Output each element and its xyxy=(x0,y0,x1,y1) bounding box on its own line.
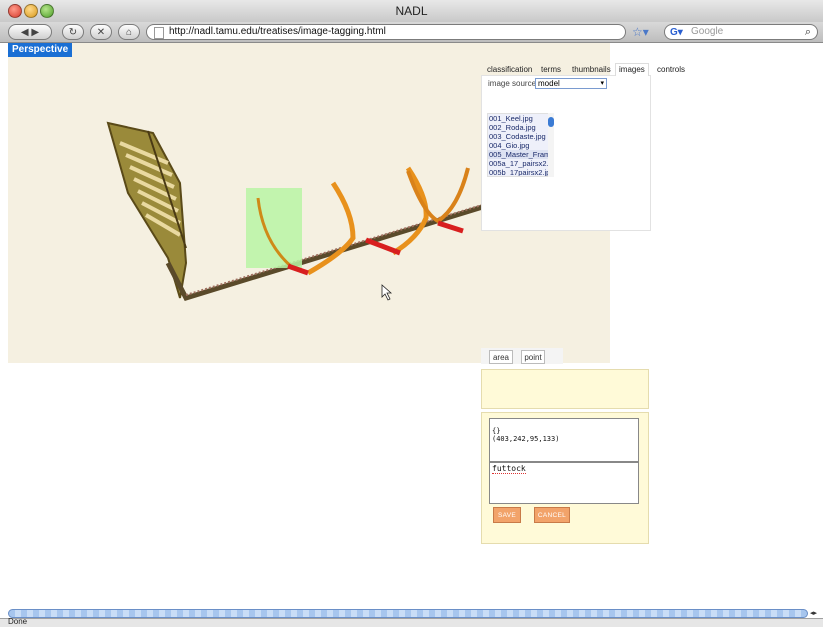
term-input[interactable]: futtock xyxy=(489,462,639,504)
floor-timber-3 xyxy=(437,220,464,234)
url-text: http://nadl.tamu.edu/treatises/image-tag… xyxy=(169,26,386,37)
point-tool-button[interactable]: point xyxy=(521,350,545,364)
reload-icon[interactable]: ↻ xyxy=(62,24,84,40)
list-item[interactable]: 004_Gio.jpg xyxy=(488,141,552,150)
tab-thumbnails[interactable]: thumbnails xyxy=(572,64,611,76)
mouse-cursor-icon xyxy=(381,284,393,301)
selection-rectangle[interactable] xyxy=(246,188,302,268)
list-item[interactable]: 002_Roda.jpg xyxy=(488,123,552,132)
perspective-label: Perspective xyxy=(8,43,73,57)
area-tool-button[interactable]: area xyxy=(489,350,513,364)
page-icon xyxy=(154,27,164,39)
chevron-down-icon: ▾ xyxy=(600,80,604,87)
google-search-icon[interactable]: G▾ xyxy=(670,26,683,40)
search-icon[interactable]: ⌕ xyxy=(805,25,811,39)
bookmark-star-icon[interactable]: ☆▾ xyxy=(632,25,649,39)
search-field[interactable]: G▾ Google ⌕ xyxy=(664,24,818,40)
floor-timber-2 xyxy=(365,237,401,256)
info-box xyxy=(481,369,649,409)
window-title: NADL xyxy=(395,4,428,18)
list-item[interactable]: 005a_17_pairsx2.j xyxy=(488,159,552,168)
search-placeholder: Google xyxy=(691,26,724,37)
stop-icon[interactable]: ✕ xyxy=(90,24,112,40)
list-item[interactable]: 005b_17pairsx2.jp xyxy=(488,168,552,176)
save-button[interactable]: SAVE xyxy=(493,507,521,523)
browser-toolbar: ◀ ▶ ↻ ✕ ⌂ http://nadl.tamu.edu/treatises… xyxy=(0,22,823,43)
tab-classification[interactable]: classification xyxy=(487,64,532,76)
title-bar: NADL xyxy=(0,0,823,23)
coordinates-textarea[interactable]: {} (403,242,95,133) xyxy=(489,418,639,462)
horizontal-scrollbar[interactable] xyxy=(8,609,808,618)
list-item[interactable]: 003_Codaste.jpg xyxy=(488,132,552,141)
url-field[interactable]: http://nadl.tamu.edu/treatises/image-tag… xyxy=(146,24,626,40)
scroll-arrows-icon[interactable]: ◂▸ xyxy=(810,609,817,617)
list-item-selected[interactable]: 005_Master_Frame xyxy=(488,150,552,159)
image-file-list[interactable]: 001_Keel.jpg 002_Roda.jpg 003_Codaste.jp… xyxy=(487,113,553,177)
tab-terms[interactable]: terms xyxy=(541,64,561,76)
floor-timber-1 xyxy=(287,263,309,276)
status-text: Done xyxy=(8,617,28,626)
tab-controls[interactable]: controls xyxy=(657,64,685,76)
image-source-label: image source: xyxy=(488,79,539,88)
image-source-select[interactable]: model ▾ xyxy=(535,78,607,89)
list-item[interactable]: 001_Keel.jpg xyxy=(488,114,552,123)
tab-images[interactable]: images xyxy=(615,63,649,76)
image-source-value: model xyxy=(538,79,560,88)
file-list-scrollbar[interactable] xyxy=(548,113,554,177)
scrollbar-thumb[interactable] xyxy=(548,117,554,127)
home-icon[interactable]: ⌂ xyxy=(118,24,140,40)
tool-bar: area point xyxy=(481,348,563,364)
term-value: futtock xyxy=(492,464,526,474)
back-forward-button[interactable]: ◀ ▶ xyxy=(8,24,52,40)
cancel-button[interactable]: CANCEL xyxy=(534,507,570,523)
